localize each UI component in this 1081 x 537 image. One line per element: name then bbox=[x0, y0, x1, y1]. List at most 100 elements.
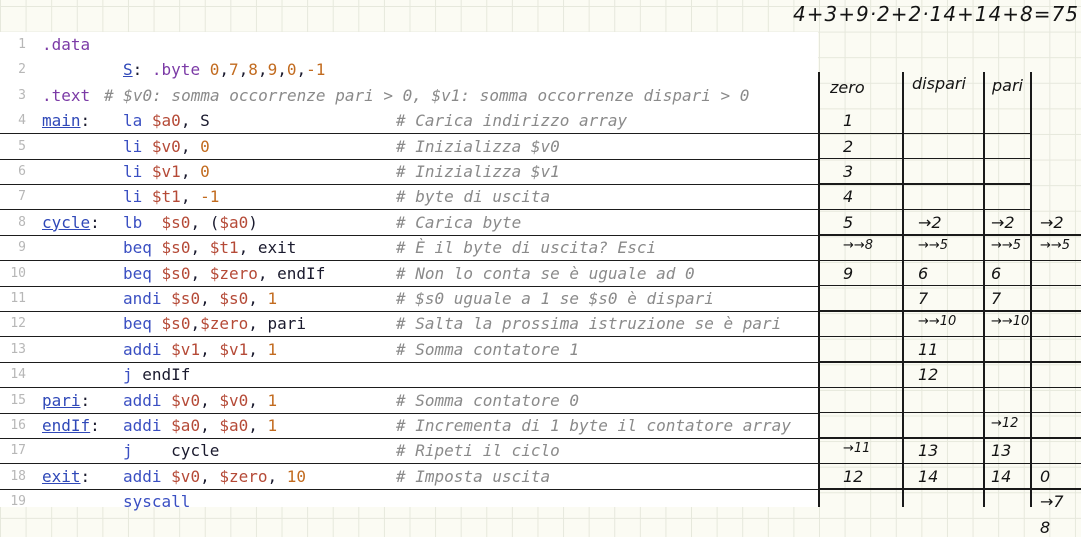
code-line[interactable]: 13 addi $v1, $v1, 1 # Somma contatore 1 bbox=[0, 337, 818, 363]
table-divider bbox=[902, 72, 904, 507]
code-comment: # Non lo conta se è uguale ad 0 bbox=[396, 263, 695, 283]
code-line[interactable]: 11 andi $s0, $s0, 1 # $s0 uguale a 1 se $s… bbox=[0, 286, 818, 312]
code-instruction: addi $v0, $v0, 1 bbox=[123, 390, 278, 410]
code-line[interactable]: 19 syscall bbox=[0, 489, 818, 514]
table-divider bbox=[818, 72, 820, 507]
code-comment: # Inizializza $v1 bbox=[396, 162, 560, 181]
code-label[interactable]: main: bbox=[42, 108, 90, 133]
code-line[interactable]: 3 .text # $v0: somma occorrenze pari > 0, … bbox=[0, 83, 818, 108]
trace-cell-dispari: →→5 bbox=[918, 238, 949, 254]
code-instruction: S: .byte 0,7,8,9,0,-1 bbox=[123, 60, 326, 80]
code-instruction: beq $s0,$zero, pari bbox=[123, 314, 307, 334]
code-instruction: la $a0, S bbox=[123, 111, 210, 131]
code-line[interactable]: 16 endIf: addi $a0, $a0, 1 # Incrementa di … bbox=[0, 413, 818, 439]
trace-cell-zero: →→8 bbox=[843, 238, 874, 254]
table-row-divider bbox=[818, 158, 1030, 160]
code-line[interactable]: 15 pari: addi $v0, $v0, 1 # Somma contatore… bbox=[0, 388, 818, 414]
code-instruction: j cycle bbox=[123, 441, 220, 461]
code-line[interactable]: 8 cycle: lb $s0, ($a0) # Carica byte bbox=[0, 210, 818, 236]
code-line[interactable]: 18 exit: addi $v0, $zero, 10 # Imposta usci… bbox=[0, 464, 818, 490]
code-line[interactable]: 12 beq $s0,$zero, pari # Salta la prossima… bbox=[0, 311, 818, 338]
code-instruction: .text bbox=[42, 85, 91, 105]
code-comment: # $s0 uguale a 1 se $s0 è dispari bbox=[396, 289, 714, 308]
column-header-pari: pari bbox=[992, 76, 1023, 95]
line-number: 1 bbox=[18, 37, 26, 52]
line-number: 3 bbox=[18, 87, 26, 103]
table-divider bbox=[1030, 72, 1032, 507]
trace-cell-zero: 9 bbox=[843, 263, 854, 283]
trace-cell-pari: 7 bbox=[991, 289, 1002, 308]
line-number: 14 bbox=[10, 367, 26, 383]
code-label[interactable]: pari: bbox=[42, 388, 90, 413]
code-label[interactable]: cycle: bbox=[42, 210, 100, 235]
code-line[interactable]: 7 li $t1, -1 # byte di uscita bbox=[0, 184, 818, 211]
table-row-divider bbox=[818, 361, 1081, 363]
trace-cell-pari: →12 bbox=[991, 416, 1019, 431]
code-instruction: andi $s0, $s0, 1 bbox=[123, 289, 278, 308]
trace-cell-dispari: 13 bbox=[918, 441, 939, 461]
code-line[interactable]: 6 li $v1, 0 # Inizializza $v1 bbox=[0, 159, 818, 185]
trace-cell-dispari: 6 bbox=[918, 263, 929, 283]
code-instruction: li $t1, -1 bbox=[123, 187, 220, 207]
table-row-divider bbox=[818, 183, 1030, 185]
code-instruction: beq $s0, $zero, endIf bbox=[123, 263, 326, 283]
trace-cell-dispari: →→10 bbox=[918, 314, 957, 330]
code-comment: # Somma contatore 0 bbox=[396, 390, 580, 410]
code-line[interactable]: 1 .data bbox=[0, 32, 818, 57]
table-row-divider bbox=[818, 208, 1030, 211]
trace-cell-dispari: 11 bbox=[918, 339, 939, 359]
trace-cell-fourth: 8 bbox=[1040, 517, 1051, 537]
table-row-divider bbox=[818, 437, 1081, 439]
code-comment: # Incrementa di 1 byte il contatore arra… bbox=[396, 416, 791, 435]
code-instruction: addi $a0, $a0, 1 bbox=[123, 416, 278, 435]
code-instruction: addi $v1, $v1, 1 bbox=[123, 339, 278, 359]
table-row-divider bbox=[818, 259, 1081, 261]
code-line[interactable]: 9 beq $s0, $t1, exit # È il byte di uscita… bbox=[0, 235, 818, 262]
code-line[interactable]: 17 j cycle # Ripeti il ciclo bbox=[0, 438, 818, 465]
trace-cell-pari: 13 bbox=[991, 441, 1012, 461]
trace-cell-zero: 1 bbox=[843, 111, 854, 131]
table-row-divider bbox=[818, 285, 1081, 287]
trace-cell-dispari: →2 bbox=[918, 212, 942, 232]
code-comment: # Imposta uscita bbox=[396, 466, 551, 486]
trace-cell-dispari: 12 bbox=[918, 365, 939, 385]
code-label[interactable]: exit: bbox=[42, 464, 90, 489]
code-instruction: lb $s0, ($a0) bbox=[123, 212, 258, 232]
trace-cell-fourth: 0 bbox=[1040, 466, 1051, 486]
code-comment: # Somma contatore 1 bbox=[396, 339, 580, 359]
trace-cell-pari: →→10 bbox=[991, 314, 1030, 330]
code-line[interactable]: 2 S: .byte 0,7,8,9,0,-1 bbox=[0, 57, 818, 82]
code-comment: # $v0: somma occorrenze pari > 0, $v1: s… bbox=[104, 85, 750, 105]
code-instruction: beq $s0, $t1, exit bbox=[123, 238, 297, 258]
trace-cell-zero: 3 bbox=[843, 162, 854, 181]
line-number: 17 bbox=[10, 443, 26, 459]
trace-cell-dispari: 14 bbox=[918, 466, 939, 486]
trace-cell-fourth: →2 bbox=[1040, 212, 1064, 232]
code-instruction: li $v0, 0 bbox=[123, 136, 210, 156]
table-row-divider bbox=[818, 386, 1081, 388]
line-number: 13 bbox=[10, 341, 26, 357]
trace-cell-zero: 2 bbox=[843, 136, 854, 156]
trace-cell-pari: 14 bbox=[991, 466, 1012, 486]
table-row-divider bbox=[818, 488, 1081, 490]
code-line[interactable]: 10 beq $s0, $zero, endIf # Non lo conta se… bbox=[0, 261, 818, 287]
trace-cell-pari: →2 bbox=[991, 212, 1015, 232]
code-comment: # È il byte di uscita? Esci bbox=[396, 238, 657, 258]
table-row-divider bbox=[818, 412, 1081, 414]
code-line[interactable]: 5 li $v0, 0 # Inizializza $v0 bbox=[0, 134, 818, 160]
line-number: 11 bbox=[10, 291, 26, 306]
trace-cell-dispari: 7 bbox=[918, 289, 929, 308]
trace-cell-zero: →11 bbox=[843, 441, 871, 457]
line-number: 9 bbox=[18, 240, 26, 256]
table-row-divider bbox=[818, 335, 1081, 338]
column-header-dispari: dispari bbox=[912, 74, 966, 93]
code-instruction: .data bbox=[42, 35, 91, 54]
code-instruction: j endIf bbox=[123, 365, 191, 385]
code-instruction: li $v1, 0 bbox=[123, 162, 210, 181]
line-number: 7 bbox=[18, 189, 26, 205]
code-label[interactable]: endIf: bbox=[42, 413, 100, 438]
code-line[interactable]: 14 j endIf bbox=[0, 362, 818, 389]
code-line[interactable]: 4 main: la $a0, S # Carica indirizzo array bbox=[0, 108, 818, 135]
code-comment: # Ripeti il ciclo bbox=[396, 441, 560, 461]
trace-cell-zero: 12 bbox=[843, 466, 864, 486]
